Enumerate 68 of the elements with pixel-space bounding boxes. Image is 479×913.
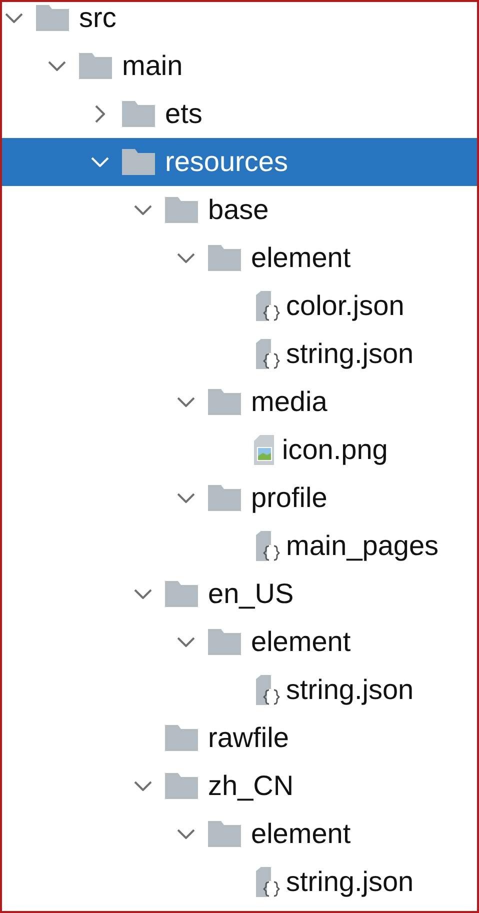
file-name: element — [251, 242, 351, 274]
chevron-down-icon[interactable] — [177, 493, 195, 503]
file-name: string.json — [286, 338, 414, 370]
file-name: element — [251, 626, 351, 658]
folder-icon — [165, 725, 198, 751]
tree-row[interactable]: rawfile — [2, 714, 477, 762]
chevron-right-icon[interactable] — [95, 105, 105, 123]
folder-icon — [208, 389, 241, 415]
chevron-down-icon[interactable] — [134, 781, 152, 791]
file-name: resources — [165, 146, 288, 178]
folder-icon — [122, 149, 155, 175]
chevron-down-icon[interactable] — [177, 397, 195, 407]
tree-row[interactable]: src — [2, 2, 477, 42]
json-file-icon — [254, 867, 280, 897]
file-name: string.json — [286, 674, 414, 706]
folder-icon — [208, 245, 241, 271]
json-file-icon — [254, 291, 280, 321]
file-name: src — [79, 2, 116, 34]
folder-icon — [165, 773, 198, 799]
tree-row[interactable]: element — [2, 234, 477, 282]
folder-icon — [79, 53, 112, 79]
tree-row[interactable]: string.json — [2, 330, 477, 378]
chevron-down-icon[interactable] — [5, 13, 23, 23]
tree-row[interactable]: profile — [2, 474, 477, 522]
chevron-down-icon[interactable] — [48, 61, 66, 71]
json-file-icon — [254, 675, 280, 705]
image-file-icon — [254, 435, 276, 465]
file-name: ets — [165, 98, 202, 130]
file-name: main_pages — [286, 530, 439, 562]
chevron-down-icon[interactable] — [177, 253, 195, 263]
tree-row[interactable]: main — [2, 42, 477, 90]
file-name: main — [122, 50, 183, 82]
tree-row[interactable]: main_pages — [2, 522, 477, 570]
folder-icon — [208, 821, 241, 847]
tree-row[interactable]: en_US — [2, 570, 477, 618]
chevron-down-icon[interactable] — [134, 589, 152, 599]
file-name: color.json — [286, 290, 404, 322]
folder-icon — [208, 629, 241, 655]
tree-row[interactable]: color.json — [2, 282, 477, 330]
tree-row[interactable]: element — [2, 618, 477, 666]
folder-icon — [165, 197, 198, 223]
tree-row[interactable]: string.json — [2, 666, 477, 714]
folder-icon — [165, 581, 198, 607]
file-name: icon.png — [282, 434, 388, 466]
folder-icon — [36, 5, 69, 31]
chevron-down-icon[interactable] — [177, 637, 195, 647]
json-file-icon — [254, 339, 280, 369]
tree-row[interactable]: zh_CN — [2, 762, 477, 810]
tree-row[interactable]: icon.png — [2, 426, 477, 474]
file-name: base — [208, 194, 269, 226]
file-name: profile — [251, 482, 328, 514]
tree-row[interactable]: element — [2, 810, 477, 858]
file-name: string.json — [286, 866, 414, 898]
chevron-down-icon[interactable] — [134, 205, 152, 215]
folder-icon — [122, 101, 155, 127]
json-file-icon — [254, 531, 280, 561]
file-name: element — [251, 818, 351, 850]
tree-row[interactable]: ets — [2, 90, 477, 138]
file-name: rawfile — [208, 722, 289, 754]
tree-row[interactable]: string.json — [2, 858, 477, 906]
folder-icon — [208, 485, 241, 511]
chevron-down-icon[interactable] — [177, 829, 195, 839]
file-name: media — [251, 386, 328, 418]
tree-row[interactable]: media — [2, 378, 477, 426]
file-name: en_US — [208, 578, 294, 610]
selected-tree-row[interactable]: resources — [2, 138, 477, 186]
tree-row[interactable]: base — [2, 186, 477, 234]
file-name: zh_CN — [208, 770, 294, 802]
